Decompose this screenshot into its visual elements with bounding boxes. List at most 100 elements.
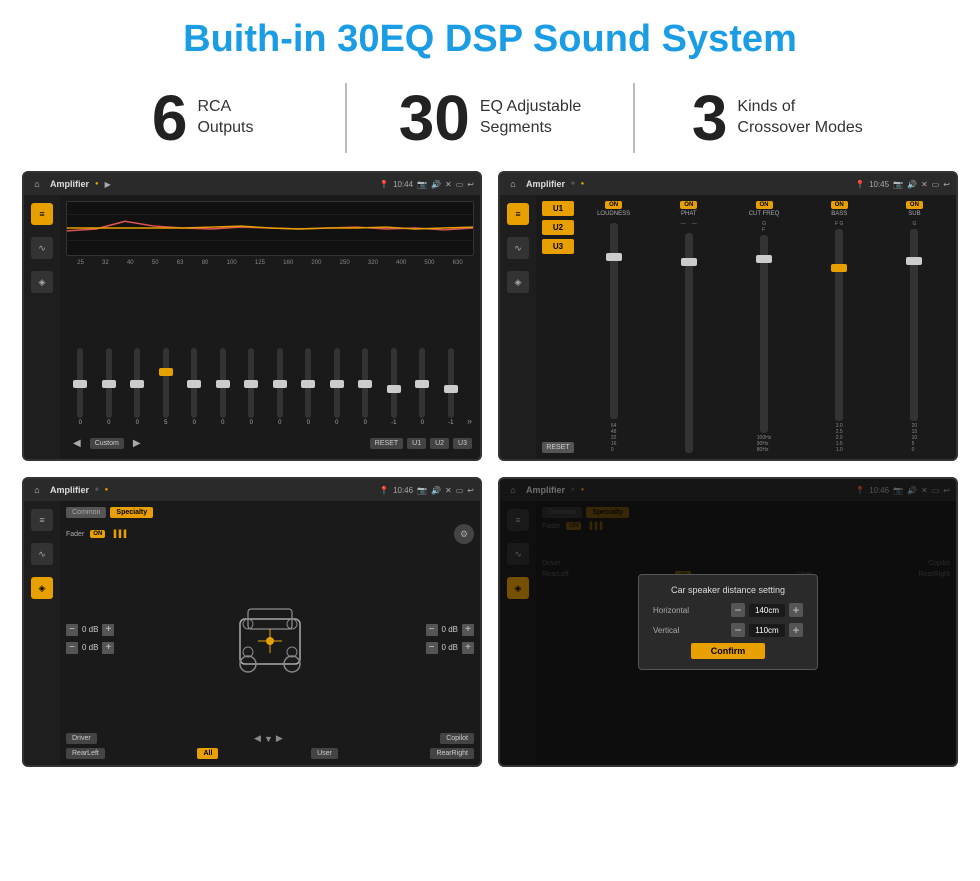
eq-track-14[interactable] — [448, 348, 454, 418]
db-minus-4[interactable]: − — [426, 642, 438, 654]
eq-u1-btn[interactable]: U1 — [407, 438, 426, 449]
eq-track-2[interactable] — [106, 348, 112, 418]
horizontal-value: 140cm — [749, 604, 785, 617]
db-control-3: − 0 dB + — [426, 624, 474, 636]
bass-label: BASS — [831, 211, 847, 217]
fader-sidebar-icon3[interactable]: ◈ — [31, 577, 53, 599]
phat-thumb[interactable] — [681, 258, 697, 266]
eq-thumb-6[interactable] — [216, 380, 230, 388]
bass-thumb[interactable] — [831, 264, 847, 272]
fader-user-btn[interactable]: User — [311, 748, 338, 759]
eq-reset-btn[interactable]: RESET — [370, 438, 403, 449]
freq-400: 400 — [396, 260, 406, 266]
eq-track-6[interactable] — [220, 348, 226, 418]
eq-thumb-13[interactable] — [415, 380, 429, 388]
freq-100: 100 — [227, 260, 237, 266]
eq-thumb-2[interactable] — [102, 380, 116, 388]
eq-track-8[interactable] — [277, 348, 283, 418]
eq-track-9[interactable] — [305, 348, 311, 418]
horizontal-plus-btn[interactable]: + — [789, 603, 803, 617]
amp-reset-btn[interactable]: RESET — [542, 442, 574, 453]
fader-driver-btn[interactable]: Driver — [66, 733, 97, 744]
sub-slider[interactable] — [910, 229, 918, 421]
bass-slider[interactable] — [835, 229, 843, 421]
tab-specialty[interactable]: Specialty — [110, 507, 153, 518]
tab-common[interactable]: Common — [66, 507, 106, 518]
fader-sidebar-icon2[interactable]: ∿ — [31, 543, 53, 565]
vertical-minus-btn[interactable]: − — [731, 623, 745, 637]
eq-thumb-10[interactable] — [330, 380, 344, 388]
down-arrow-icon[interactable]: ▼ — [264, 734, 273, 744]
settings-icon[interactable]: ⚙ — [454, 524, 474, 544]
eq-thumb-9[interactable] — [301, 380, 315, 388]
eq-sidebar-icon3[interactable]: ◈ — [31, 271, 53, 293]
amp-sidebar-icon3[interactable]: ◈ — [507, 271, 529, 293]
eq-sidebar-icon1[interactable]: ≡ — [31, 203, 53, 225]
bass-on-badge: ON — [831, 201, 848, 209]
db-plus-3[interactable]: + — [462, 624, 474, 636]
loudness-slider[interactable] — [610, 223, 618, 419]
vertical-plus-btn[interactable]: + — [789, 623, 803, 637]
db-plus-4[interactable]: + — [462, 642, 474, 654]
phat-on-badge: ON — [680, 201, 697, 209]
fader-sidebar-icon1[interactable]: ≡ — [31, 509, 53, 531]
db-plus-1[interactable]: + — [102, 624, 114, 636]
eq-track-4[interactable] — [163, 348, 169, 418]
eq-track-1[interactable] — [77, 348, 83, 418]
freq-160: 160 — [283, 260, 293, 266]
eq-track-5[interactable] — [191, 348, 197, 418]
amp-dot2: ● — [581, 181, 585, 187]
phat-slider[interactable] — [685, 233, 693, 453]
amp-u-col: U1 U2 U3 RESET — [542, 201, 574, 453]
fader-rearleft-btn[interactable]: RearLeft — [66, 748, 105, 759]
eq-sl-3: 0 — [125, 348, 150, 426]
amp-u1-btn[interactable]: U1 — [542, 201, 574, 216]
eq-thumb-8[interactable] — [273, 380, 287, 388]
eq-thumb-5[interactable] — [187, 380, 201, 388]
eq-track-7[interactable] — [248, 348, 254, 418]
db-value-4: 0 dB — [442, 643, 458, 652]
eq-thumb-4[interactable] — [159, 368, 173, 376]
amp-sidebar-icon1[interactable]: ≡ — [507, 203, 529, 225]
fader-on-badge: ON — [90, 530, 105, 538]
db-value-3: 0 dB — [442, 625, 458, 634]
cutfreq-slider[interactable] — [760, 235, 768, 433]
amp-u3-btn[interactable]: U3 — [542, 239, 574, 254]
eq-sl-5: 0 — [182, 348, 207, 426]
eq-u2-btn[interactable]: U2 — [430, 438, 449, 449]
eq-thumb-11[interactable] — [358, 380, 372, 388]
eq-sl-7: 0 — [239, 348, 264, 426]
cutfreq-thumb[interactable] — [756, 255, 772, 263]
eq-track-12[interactable] — [391, 348, 397, 418]
eq-track-11[interactable] — [362, 348, 368, 418]
stat-crossover: 3 Kinds of Crossover Modes — [635, 86, 920, 150]
right-arrow-icon[interactable]: ▶ — [276, 733, 283, 744]
db-plus-2[interactable]: + — [102, 642, 114, 654]
fader-rearright-btn[interactable]: RearRight — [430, 748, 474, 759]
eq-thumb-12[interactable] — [387, 385, 401, 393]
db-minus-3[interactable]: − — [426, 624, 438, 636]
db-minus-2[interactable]: − — [66, 642, 78, 654]
eq-thumb-3[interactable] — [130, 380, 144, 388]
left-arrow-icon[interactable]: ◀ — [254, 733, 261, 744]
sub-thumb[interactable] — [906, 257, 922, 265]
eq-prev-btn[interactable]: ◀ — [68, 436, 86, 451]
amp-u2-btn[interactable]: U2 — [542, 220, 574, 235]
eq-sidebar-icon2[interactable]: ∿ — [31, 237, 53, 259]
db-minus-1[interactable]: − — [66, 624, 78, 636]
eq-u3-btn[interactable]: U3 — [453, 438, 472, 449]
eq-dot: ● — [95, 181, 99, 187]
eq-track-13[interactable] — [419, 348, 425, 418]
fader-all-btn[interactable]: All — [197, 748, 218, 759]
eq-next-btn[interactable]: ▶ — [128, 436, 146, 451]
confirm-button[interactable]: Confirm — [691, 643, 766, 659]
fader-copilot-btn[interactable]: Copilot — [440, 733, 474, 744]
eq-thumb-7[interactable] — [244, 380, 258, 388]
loudness-thumb[interactable] — [606, 253, 622, 261]
eq-thumb-14[interactable] — [444, 385, 458, 393]
eq-track-3[interactable] — [134, 348, 140, 418]
eq-thumb-1[interactable] — [73, 380, 87, 388]
horizontal-minus-btn[interactable]: − — [731, 603, 745, 617]
amp-sidebar-icon2[interactable]: ∿ — [507, 237, 529, 259]
eq-track-10[interactable] — [334, 348, 340, 418]
